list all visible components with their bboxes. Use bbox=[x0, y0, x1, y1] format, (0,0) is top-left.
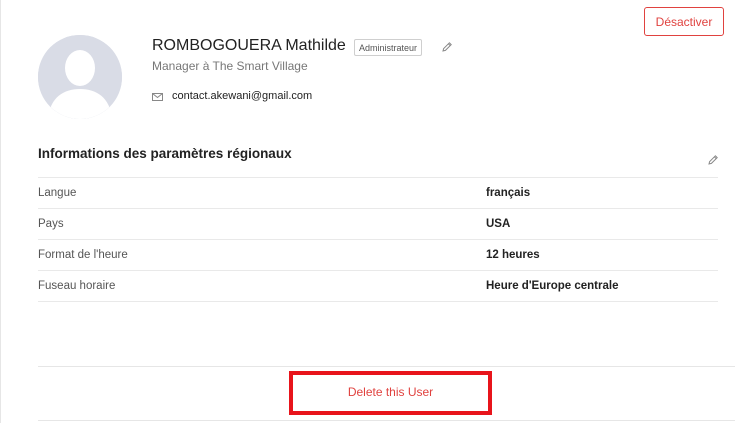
settings-row-timezone: Fuseau horaire Heure d'Europe centrale bbox=[38, 271, 718, 302]
divider bbox=[38, 420, 735, 421]
deactivate-button[interactable]: Désactiver bbox=[644, 7, 724, 36]
settings-value: français bbox=[486, 187, 531, 199]
settings-label: Fuseau horaire bbox=[38, 280, 116, 292]
settings-label: Format de l'heure bbox=[38, 249, 128, 261]
settings-value: Heure d'Europe centrale bbox=[486, 280, 619, 292]
edit-profile-pencil-icon[interactable] bbox=[441, 41, 453, 53]
user-silhouette-icon bbox=[38, 35, 122, 119]
regional-settings-table: Langue français Pays USA Format de l'heu… bbox=[38, 177, 718, 302]
mail-icon bbox=[152, 93, 163, 101]
edit-regional-settings-pencil-icon[interactable] bbox=[707, 154, 719, 166]
regional-settings-title: Informations des paramètres régionaux bbox=[38, 146, 292, 161]
settings-row-language: Langue français bbox=[38, 178, 718, 209]
user-name: ROMBOGOUERA Mathilde bbox=[152, 37, 346, 54]
settings-row-time-format: Format de l'heure 12 heures bbox=[38, 240, 718, 271]
settings-value: 12 heures bbox=[486, 249, 540, 261]
delete-user-link[interactable]: Delete this User bbox=[289, 385, 492, 399]
settings-label: Pays bbox=[38, 218, 64, 230]
settings-value: USA bbox=[486, 218, 511, 230]
user-email: contact.akewani@gmail.com bbox=[172, 90, 313, 102]
user-profile-page: Désactiver ROMBOGOUERA Mathilde Administ… bbox=[0, 0, 735, 423]
divider bbox=[38, 366, 735, 367]
role-badge: Administrateur bbox=[354, 39, 423, 56]
settings-label: Langue bbox=[38, 187, 77, 199]
user-job-title: Manager à The Smart Village bbox=[152, 59, 308, 73]
settings-row-country: Pays USA bbox=[38, 209, 718, 240]
avatar bbox=[38, 35, 122, 119]
